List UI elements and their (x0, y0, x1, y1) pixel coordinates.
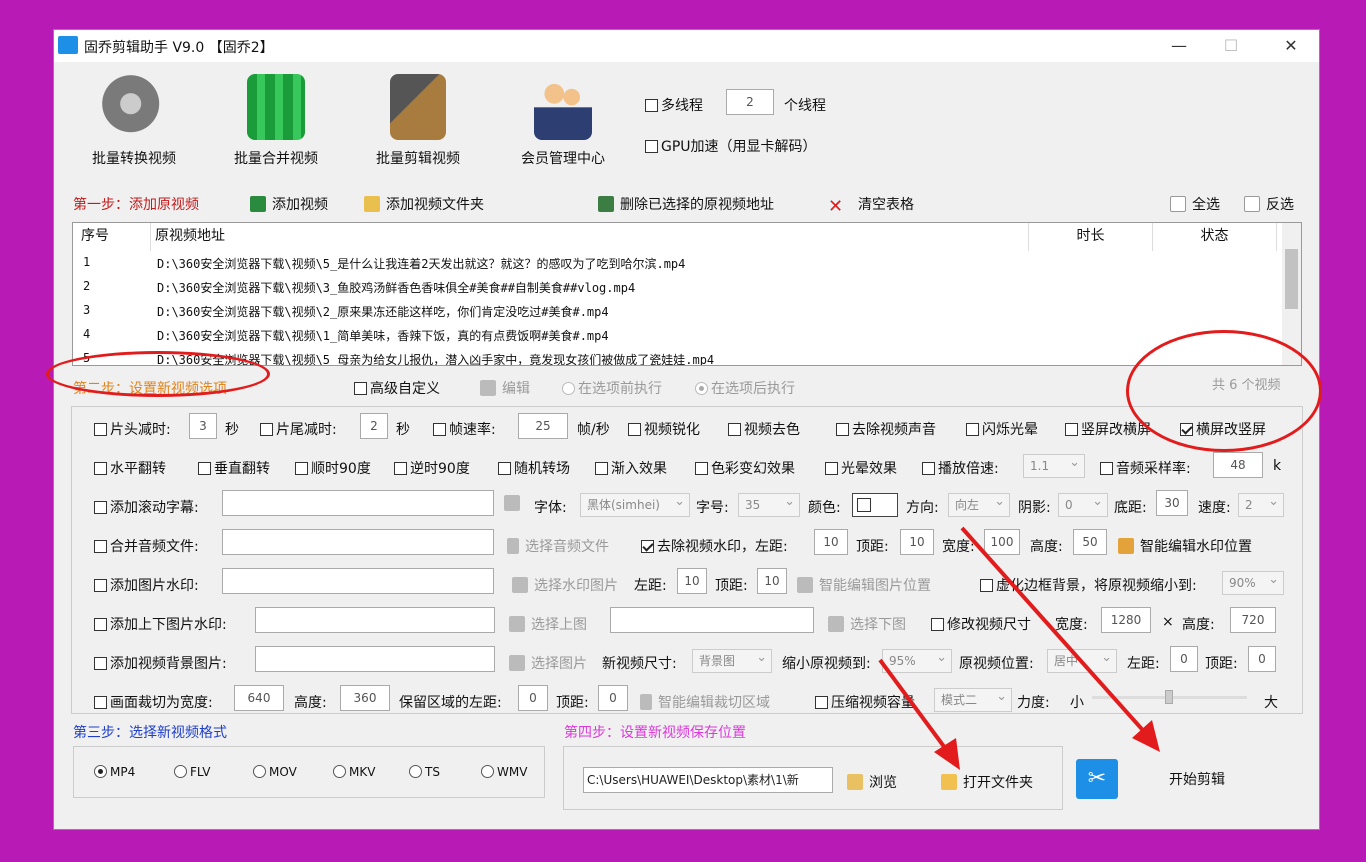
arrow-head (934, 738, 960, 770)
arrow-to-open-folder (878, 658, 950, 754)
arrow-to-start (960, 526, 1150, 738)
annotation-arrows (878, 526, 1160, 770)
